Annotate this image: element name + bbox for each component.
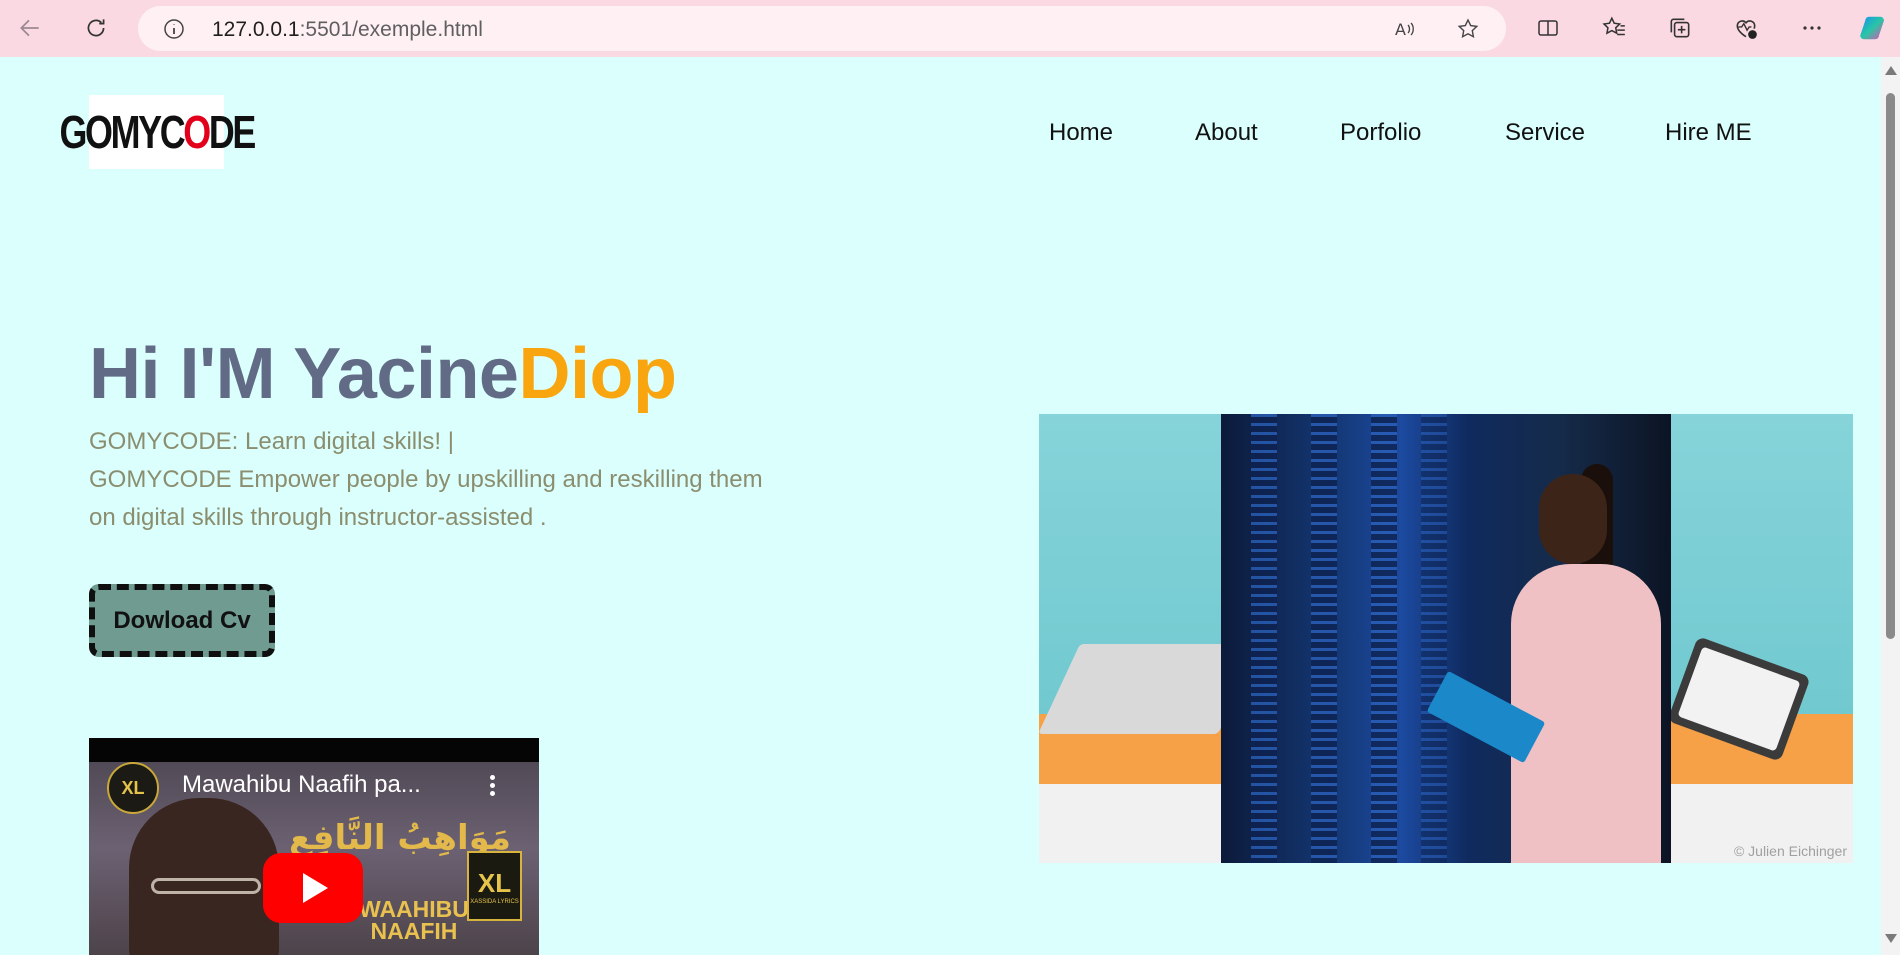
nav-hire-me[interactable]: Hire ME [1665, 119, 1752, 147]
url-text[interactable]: 127.0.0.1:5501/exemple.html [212, 18, 483, 42]
hero-title-accent: Diop [518, 334, 677, 414]
browser-essentials-icon[interactable] [1728, 10, 1764, 46]
video-more-icon[interactable] [484, 772, 500, 800]
xl-badge-logo: XL XASSIDA LYRICS [467, 851, 522, 921]
video-top-bar [89, 738, 539, 762]
hero-desc-line-3: on digital skills through instructor-ass… [89, 504, 547, 531]
video-person-image [129, 798, 279, 955]
url-path: :5501/exemple.html [299, 18, 483, 41]
hero-desc-line-2: GOMYCODE Empower people by upskilling an… [89, 466, 763, 493]
server-room-photo [1221, 414, 1671, 863]
channel-avatar-text: XL [121, 777, 145, 798]
favorites-icon[interactable] [1596, 10, 1632, 46]
video-art-line-2: NAAFIH [370, 918, 458, 944]
video-art-title: WAAHIBU NAAFIH [359, 896, 469, 944]
split-screen-icon[interactable] [1530, 10, 1566, 46]
site-info-icon[interactable] [162, 17, 186, 41]
scroll-down-arrow[interactable] [1885, 934, 1897, 943]
hero-title-main: Hi I'M Yacine [89, 334, 519, 414]
browser-toolbar: 127.0.0.1:5501/exemple.html A [0, 0, 1900, 57]
download-cv-button[interactable]: Dowload Cv [89, 584, 275, 657]
logo-text: GOMYCODE [59, 105, 257, 159]
xl-badge-small: XASSIDA LYRICS [470, 898, 519, 905]
youtube-video-embed[interactable]: مَوَاهِبُ النَّافِعِ WAAHIBU NAAFIH XL XAS… [89, 738, 539, 955]
nav-about[interactable]: About [1195, 119, 1258, 147]
xl-badge-big: XL [477, 867, 512, 898]
address-bar[interactable]: 127.0.0.1:5501/exemple.html A [138, 6, 1506, 51]
scroll-up-arrow[interactable] [1885, 66, 1897, 75]
hero-title: Hi I'M YacineDiop [89, 333, 677, 415]
hero-desc-line-1: GOMYCODE: Learn digital skills! | [89, 428, 455, 455]
logo-text-part2: DE [208, 106, 257, 158]
collections-icon[interactable] [1662, 10, 1698, 46]
video-art-line-1: WAAHIBU [359, 896, 469, 922]
hero-description: GOMYCODE: Learn digital skills! | GOMYCO… [89, 423, 789, 537]
youtube-play-icon[interactable] [263, 853, 363, 923]
video-title[interactable]: Mawahibu Naafih pa... [182, 771, 421, 799]
scroll-thumb[interactable] [1886, 93, 1895, 639]
photo-credit: © Julien Eichinger [1733, 843, 1847, 859]
back-icon[interactable] [12, 10, 48, 46]
logo-text-part1: GOMYC [59, 106, 185, 158]
favorite-star-icon[interactable] [1450, 11, 1486, 47]
channel-avatar[interactable]: XL [107, 762, 159, 814]
url-host: 127.0.0.1 [212, 18, 300, 41]
more-options-icon[interactable] [1794, 10, 1830, 46]
read-aloud-icon[interactable]: A [1386, 11, 1422, 47]
nav-portfolio[interactable]: Porfolio [1340, 119, 1421, 147]
nav-home[interactable]: Home [1049, 119, 1113, 147]
woman-head [1539, 474, 1607, 564]
woman-body [1511, 564, 1661, 863]
copilot-icon[interactable] [1856, 10, 1892, 46]
hero-image: © Julien Eichinger [1039, 414, 1853, 863]
video-glasses-graphic [151, 878, 261, 894]
logo-text-red-o: O [183, 106, 211, 158]
svg-text:A: A [1395, 20, 1406, 39]
page-viewport: GOMYCODE Home About Porfolio Service Hir… [0, 57, 1881, 955]
nav-service[interactable]: Service [1505, 119, 1585, 147]
gomycode-logo[interactable]: GOMYCODE [59, 95, 256, 169]
vertical-scrollbar[interactable] [1881, 57, 1900, 955]
reload-icon[interactable] [78, 10, 114, 46]
